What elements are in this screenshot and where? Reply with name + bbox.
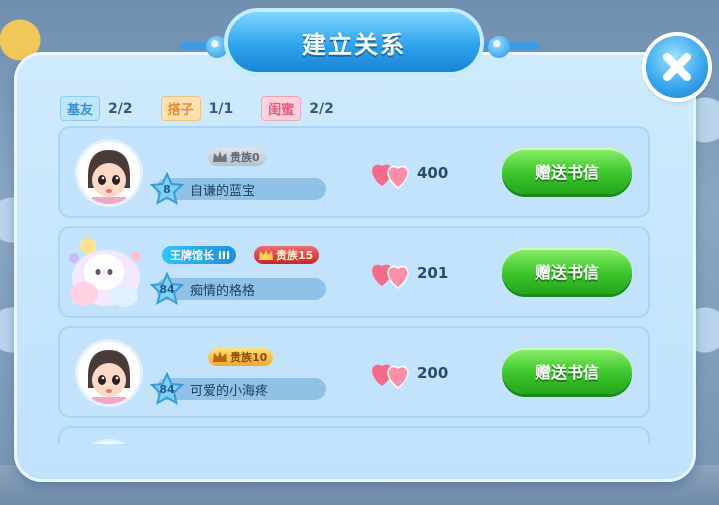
dialog-title: 建立关系 <box>302 30 406 59</box>
crown-icon <box>213 351 227 362</box>
crown-icon <box>213 151 227 162</box>
avatar[interactable] <box>78 142 140 204</box>
friend-name: 可爱的小海疼 <box>190 383 269 399</box>
rank-badge: 贵族15 <box>254 246 320 264</box>
rank-label: 贵族15 <box>276 249 314 262</box>
girl-avatar-icon <box>78 342 140 404</box>
send-letter-button[interactable]: 赠送书信 <box>502 148 632 194</box>
count-dazi-value: 1/1 <box>208 100 234 117</box>
avatar[interactable] <box>78 442 140 444</box>
friend-card: 贵族0 自谦的蓝宝 8 400 赠送书信 <box>58 126 650 218</box>
pet-avatar-icon <box>69 238 141 307</box>
hearts-icon <box>372 364 409 389</box>
title-badge: 王牌馆长 III <box>162 246 237 264</box>
tag-dazi: 搭子 <box>160 96 201 121</box>
affinity-value: 400 <box>417 164 449 182</box>
friend-name: 痴情的格格 <box>190 283 256 299</box>
friend-name: 自谦的蓝宝 <box>190 183 256 199</box>
friend-card: 王牌馆长 III 贵族15 痴情的格格 84 201 赠送书信 <box>58 226 650 318</box>
send-letter-button[interactable]: 赠送书信 <box>502 348 632 394</box>
level-value: 8 <box>163 182 171 196</box>
level-value: 84 <box>159 382 175 396</box>
level-value: 84 <box>159 282 175 296</box>
rank-badge: 贵族0 <box>208 148 266 166</box>
close-button[interactable] <box>646 36 708 98</box>
hearts-icon <box>372 264 409 289</box>
rank-label: 贵族10 <box>230 351 268 364</box>
rank-badge: 贵族10 <box>208 348 274 366</box>
count-guimi-value: 2/2 <box>309 100 334 117</box>
dialog-title-pill: 建立关系 <box>228 12 480 72</box>
send-letter-button[interactable]: 赠送书信 <box>502 248 632 294</box>
title-knob-right <box>488 36 510 58</box>
title-knob-left <box>206 36 228 58</box>
tag-jiyou: 基友 <box>60 96 101 121</box>
hearts-icon <box>372 164 409 189</box>
close-icon <box>663 53 691 81</box>
title-badge-label: 王牌馆长 III <box>170 249 231 262</box>
friend-card: 贵族10 可爱的小海疼 84 200 赠送书信 <box>58 326 650 418</box>
avatar[interactable] <box>58 228 152 316</box>
count-guimi: 闺蜜 2/2 <box>261 96 334 121</box>
girl-avatar-icon <box>78 142 140 204</box>
rank-label: 贵族0 <box>230 151 260 164</box>
affinity-value: 200 <box>417 364 449 382</box>
count-jiyou-value: 2/2 <box>108 100 133 117</box>
friend-card-partial <box>58 426 650 444</box>
count-jiyou: 基友 2/2 <box>60 96 133 121</box>
friend-list[interactable]: 贵族0 自谦的蓝宝 8 400 赠送书信 王牌馆长 III 贵族15 痴情的格格… <box>58 126 650 444</box>
crown-icon <box>259 249 273 260</box>
affinity-value: 201 <box>417 264 449 282</box>
relationship-counts: 基友 2/2 搭子 1/1 闺蜜 2/2 <box>60 96 334 121</box>
tag-guimi: 闺蜜 <box>261 96 302 121</box>
avatar[interactable] <box>78 342 140 404</box>
count-dazi: 搭子 1/1 <box>160 96 234 121</box>
